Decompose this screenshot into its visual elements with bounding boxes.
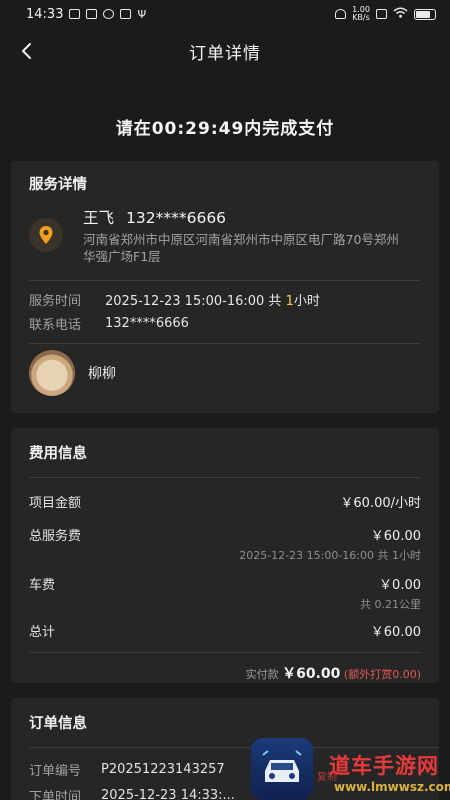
staff-row[interactable]: 柳柳 — [29, 344, 421, 402]
mute-icon — [335, 9, 346, 19]
car-logo-icon — [251, 738, 313, 800]
paid-label: 实付款 — [245, 668, 279, 681]
clock: 14:33 — [26, 6, 64, 22]
order-time-label: 下单时间 — [29, 789, 82, 800]
car-fee-value: ￥0.00 — [379, 578, 421, 593]
chat-icon — [103, 9, 115, 19]
payment-countdown: 请在00:29:49内完成支付 — [115, 119, 335, 139]
contact-phone-label: 联系电话 — [29, 317, 82, 333]
contact-phone-row: 联系电话 132****6666 — [29, 311, 421, 335]
order-number-label: 订单编号 — [29, 763, 82, 779]
contact-phone-value: 132****6666 — [105, 315, 189, 331]
sim-icon — [376, 9, 387, 19]
status-bar: 14:33 Ψ 1.00 KB/s — [0, 0, 450, 28]
telegram-icon — [120, 9, 132, 19]
service-fee-row: 总服务费 ￥60.00 — [29, 525, 421, 544]
watermark-url: www.lmwwsz.com — [334, 780, 450, 794]
service-address: 河南省郑州市中原区河南省郑州市中原区电厂路70号郑州华强广场F1层 — [83, 232, 399, 264]
car-distance: 共 0.21公里 — [360, 598, 421, 611]
item-amount-value: ￥60.00/小时 — [340, 496, 421, 511]
mail-icon — [69, 9, 81, 19]
total-value: ￥60.00 — [370, 625, 421, 640]
fee-info-title: 费用信息 — [29, 446, 87, 462]
battery-icon — [414, 8, 436, 20]
order-number-value[interactable]: P20251223143257 — [101, 762, 225, 777]
watermark-site-name: 道车手游网 — [329, 754, 439, 778]
fee-info-card: 费用信息 项目金额 ￥60.00/小时 总服务费 ￥60.00 2025-12-… — [11, 428, 439, 683]
service-fee-detail: 2025-12-23 15:00-16:00 共 1小时 — [239, 549, 421, 562]
chevron-left-icon — [22, 43, 31, 59]
service-time-row: 服务时间 2025-12-23 15:00-16:00 共 1小时 — [29, 287, 421, 311]
item-amount-row: 项目金额 ￥60.00/小时 — [29, 492, 421, 511]
service-fee-value: ￥60.00 — [370, 529, 421, 544]
service-details-title: 服务详情 — [29, 177, 87, 193]
staff-name: 柳柳 — [88, 366, 116, 382]
contact-person: 王飞 132****6666 — [83, 206, 405, 228]
service-hours: 1 — [285, 293, 294, 309]
item-amount-label: 项目金额 — [29, 496, 82, 511]
network-speed: 1.00 KB/s — [352, 5, 370, 22]
extra-tip: (额外打赏0.00) — [343, 668, 421, 681]
order-info-title: 订单信息 — [29, 716, 87, 732]
avatar — [29, 350, 75, 396]
paid-value: ￥60.00 — [282, 666, 341, 682]
contact-phone: 132****6666 — [126, 209, 227, 227]
divider — [29, 652, 421, 653]
paid-amount: 实付款 ￥60.00 (额外打赏0.00) — [29, 663, 421, 683]
service-time-label: 服务时间 — [29, 293, 82, 309]
divider — [29, 477, 421, 478]
car-fee-row: 车费 ￥0.00 — [29, 574, 421, 593]
car-fee-label: 车费 — [29, 578, 56, 593]
total-label: 总计 — [29, 625, 56, 640]
mail-icon — [86, 9, 98, 19]
usb-icon: Ψ — [137, 7, 147, 21]
contact-name: 王飞 — [83, 209, 115, 227]
service-time-value: 2025-12-23 15:00-16:00 共 1小时 — [105, 293, 320, 309]
service-details-card: 服务详情 王飞 132****6666 河南省郑州市中原区河南省郑州市中原区电厂路… — [11, 161, 439, 413]
total-row: 总计 ￥60.00 — [29, 621, 421, 640]
page-title: 订单详情 — [189, 43, 261, 64]
nav-bar: 订单详情 — [0, 28, 450, 74]
wifi-icon — [393, 7, 408, 22]
address-row[interactable]: 王飞 132****6666 河南省郑州市中原区河南省郑州市中原区电厂路70号郑州… — [29, 206, 421, 265]
location-pin-icon — [29, 218, 63, 252]
watermark: 复制 道车手游网 www.lmwwsz.com — [249, 734, 450, 800]
service-fee-label: 总服务费 — [29, 529, 82, 544]
order-time-value: 2025-12-23 14:33:... — [101, 787, 235, 800]
back-button[interactable] — [12, 37, 40, 65]
